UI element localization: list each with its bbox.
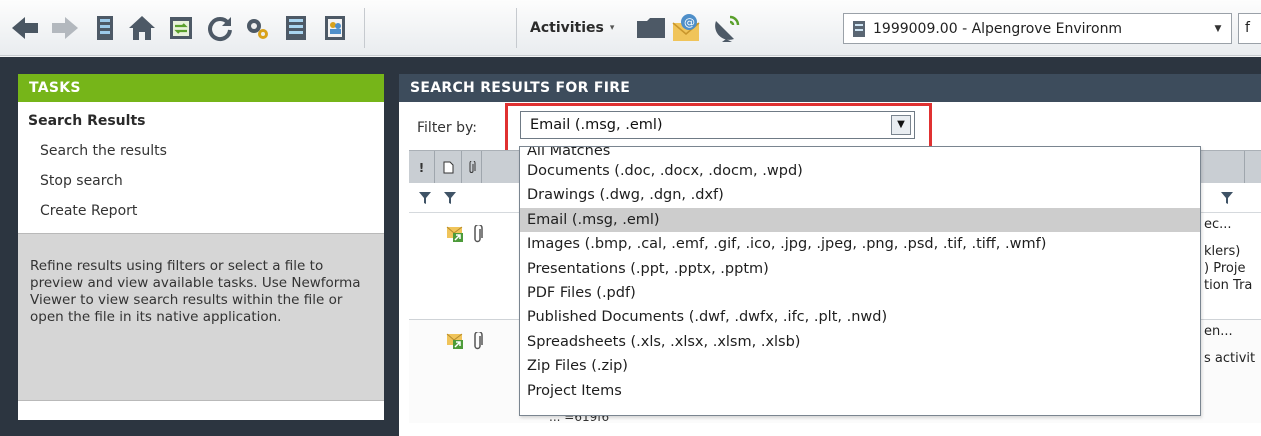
back-arrow-icon[interactable] bbox=[8, 11, 42, 45]
tasks-help-text: Refine results using filters or select a… bbox=[18, 233, 384, 401]
refresh-icon[interactable] bbox=[203, 11, 237, 45]
column-divider bbox=[1244, 151, 1261, 184]
toolbar-separator bbox=[364, 8, 365, 48]
filter-funnel-icon[interactable] bbox=[418, 191, 432, 205]
filter-label: Filter by: bbox=[417, 120, 477, 136]
paperclip-icon bbox=[469, 161, 475, 173]
email-icon[interactable]: @ bbox=[670, 11, 704, 45]
filter-option-documents[interactable]: Documents (.doc, .docx, .docm, .wpd) bbox=[520, 159, 1200, 183]
paperclip-icon bbox=[474, 332, 483, 350]
home-icon[interactable] bbox=[125, 11, 159, 45]
filter-option-presentations[interactable]: Presentations (.ppt, .pptx, .pptm) bbox=[520, 257, 1200, 281]
forward-arrow-icon[interactable] bbox=[48, 11, 82, 45]
row-text: en... bbox=[1204, 324, 1233, 339]
task-stop-search[interactable]: Stop search bbox=[18, 166, 384, 196]
document-list-icon[interactable] bbox=[279, 11, 313, 45]
filter-dropdown[interactable]: Email (.msg, .eml) ▼ bbox=[520, 111, 915, 139]
settings-gear-icon[interactable] bbox=[240, 11, 274, 45]
row-text: ec... bbox=[1204, 217, 1232, 232]
main-toolbar: Activities ▾ @ 1999009.00 - Alpengrove E… bbox=[0, 0, 1261, 56]
filter-option-project-items[interactable]: Project Items bbox=[520, 379, 1200, 403]
filter-dropdown-value: Email (.msg, .eml) bbox=[530, 117, 663, 133]
transfer-icon[interactable] bbox=[164, 11, 198, 45]
activities-menu[interactable]: Activities ▾ bbox=[530, 20, 614, 36]
svg-text:@: @ bbox=[684, 16, 695, 29]
filter-options-list: All Matches Documents (.doc, .docx, .doc… bbox=[519, 146, 1201, 416]
task-create-report[interactable]: Create Report bbox=[18, 196, 384, 226]
filter-funnel-icon[interactable] bbox=[1220, 191, 1234, 205]
satellite-icon[interactable] bbox=[710, 11, 744, 45]
filter-option-published-documents[interactable]: Published Documents (.dwf, .dwfx, .ifc, … bbox=[520, 305, 1200, 329]
server-icon[interactable] bbox=[88, 11, 122, 45]
tasks-panel-title: TASKS bbox=[18, 74, 384, 102]
filter-option-zip-files[interactable]: Zip Files (.zip) bbox=[520, 354, 1200, 378]
paperclip-icon bbox=[474, 225, 483, 243]
row-text: klers) bbox=[1204, 244, 1241, 259]
filter-option-email[interactable]: Email (.msg, .eml) bbox=[520, 207, 1200, 233]
folder-icon[interactable] bbox=[634, 11, 668, 45]
filter-option-drawings[interactable]: Drawings (.dwg, .dgn, .dxf) bbox=[520, 183, 1200, 207]
filter-option-images[interactable]: Images (.bmp, .cal, .emf, .gif, .ico, .j… bbox=[520, 232, 1200, 256]
tasks-panel: TASKS Search Results Search the results … bbox=[18, 74, 384, 420]
row-text: tion Tra bbox=[1204, 278, 1253, 293]
document-icon bbox=[443, 161, 453, 174]
chevron-down-icon: ▾ bbox=[609, 23, 615, 33]
column-document-type[interactable] bbox=[435, 151, 462, 184]
project-server-icon bbox=[853, 20, 865, 37]
tasks-section-title: Search Results bbox=[28, 113, 146, 129]
project-selector-value: 1999009.00 - Alpengrove Environm bbox=[873, 20, 1123, 37]
column-attachment[interactable] bbox=[462, 151, 482, 184]
filter-option-pdf-files[interactable]: PDF Files (.pdf) bbox=[520, 281, 1200, 305]
row-text: s activit bbox=[1204, 351, 1256, 366]
email-message-icon bbox=[446, 226, 463, 242]
filter-funnel-icon[interactable] bbox=[443, 191, 457, 205]
contacts-icon[interactable] bbox=[318, 11, 352, 45]
toolbar-separator bbox=[516, 8, 517, 48]
search-results-title: SEARCH RESULTS FOR FIRE bbox=[399, 74, 1261, 102]
email-message-icon bbox=[446, 333, 463, 349]
filter-option-all-matches[interactable]: All Matches bbox=[520, 147, 1200, 159]
filter-option-spreadsheets[interactable]: Spreadsheets (.xls, .xlsx, .xlsm, .xlsb) bbox=[520, 330, 1200, 354]
chevron-down-icon[interactable]: ▼ bbox=[1209, 21, 1227, 37]
column-priority[interactable]: ! bbox=[409, 151, 435, 184]
task-search-the-results[interactable]: Search the results bbox=[18, 136, 384, 166]
project-selector[interactable]: 1999009.00 - Alpengrove Environm ▼ bbox=[843, 13, 1232, 44]
search-field[interactable]: f bbox=[1238, 13, 1261, 44]
row-text: ) Proje bbox=[1204, 261, 1246, 276]
chevron-down-icon[interactable]: ▼ bbox=[891, 115, 911, 135]
activities-label: Activities bbox=[530, 20, 604, 36]
